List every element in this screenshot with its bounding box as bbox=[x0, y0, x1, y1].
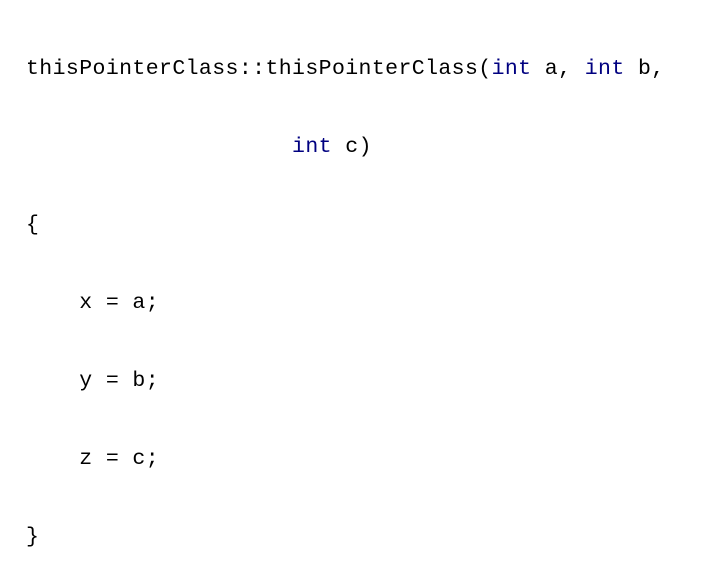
function-name: thisPointerClass::thisPointerClass( bbox=[26, 57, 492, 81]
statement-x: x = a; bbox=[26, 291, 160, 315]
param-a: a, bbox=[531, 57, 585, 81]
code-line-signature-cont: int c) bbox=[26, 134, 665, 160]
keyword-int: int bbox=[292, 135, 332, 159]
close-brace: } bbox=[26, 525, 40, 549]
keyword-int: int bbox=[491, 57, 532, 81]
code-line-signature: thisPointerClass::thisPointerClass(int a… bbox=[26, 56, 665, 82]
keyword-int: int bbox=[584, 57, 625, 81]
code-block: thisPointerClass::thisPointerClass(int a… bbox=[26, 4, 665, 576]
statement-y: y = b; bbox=[26, 369, 160, 393]
param-c: c) bbox=[331, 135, 372, 159]
open-brace: { bbox=[26, 213, 40, 237]
statement-z: z = c; bbox=[26, 447, 160, 471]
param-b: b, bbox=[624, 57, 665, 81]
